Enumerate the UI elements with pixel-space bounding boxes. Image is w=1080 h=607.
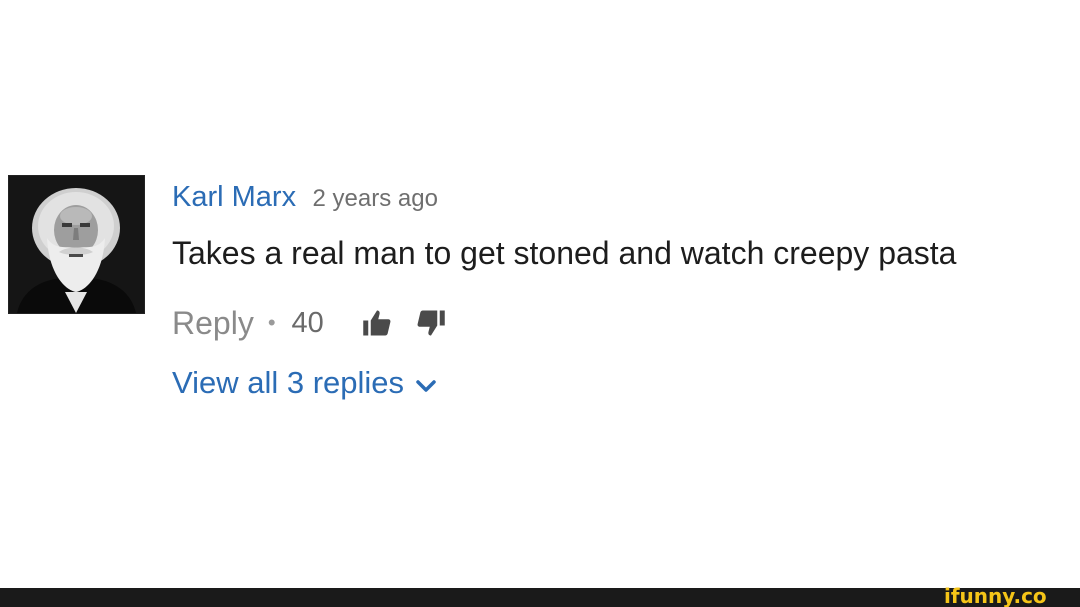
watermark-bar (0, 588, 1080, 607)
avatar-portrait (9, 176, 144, 313)
view-replies-label: View all 3 replies (172, 365, 405, 400)
reply-button[interactable]: Reply (172, 305, 254, 342)
view-replies-button[interactable]: View all 3 replies (172, 365, 436, 401)
thumbs-up-icon[interactable] (362, 308, 392, 338)
thumbs-down-icon[interactable] (416, 308, 446, 338)
ifunny-watermark: ifunny.co (944, 585, 1072, 607)
like-count: 40 (291, 306, 324, 339)
comment-item: Karl Marx 2 years ago Takes a real man t… (8, 175, 1078, 415)
ifunny-logo: ifunny.co (944, 585, 1047, 607)
chevron-down-icon (416, 380, 436, 392)
page: Karl Marx 2 years ago Takes a real man t… (0, 0, 1080, 607)
comment-text: Takes a real man to get stoned and watch… (172, 235, 957, 271)
author-name[interactable]: Karl Marx (172, 181, 296, 213)
separator-dot: • (267, 310, 276, 335)
comment-header: Karl Marx 2 years ago (172, 181, 438, 214)
svg-text:ifunny.co: ifunny.co (944, 585, 1047, 607)
comment-actions: Reply • 40 (172, 303, 446, 343)
comment-timestamp[interactable]: 2 years ago (313, 185, 438, 212)
avatar[interactable] (8, 175, 145, 314)
